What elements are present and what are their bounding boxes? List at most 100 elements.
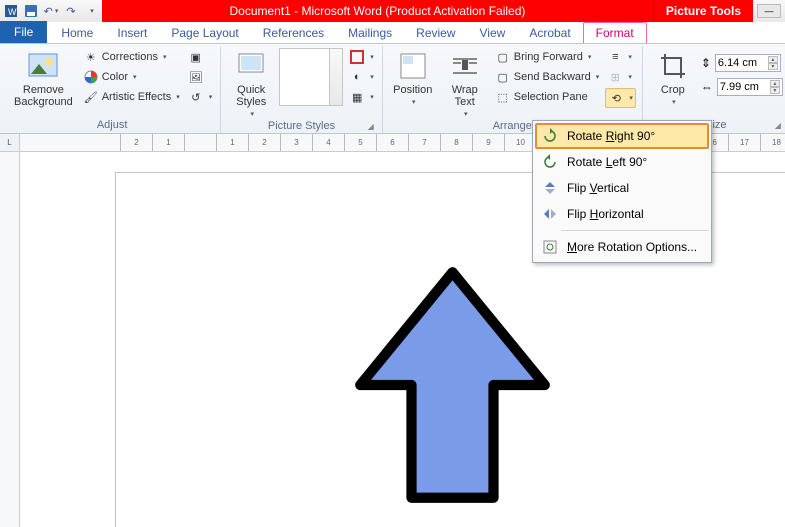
color-button[interactable]: Color▾ bbox=[81, 68, 182, 86]
width-up[interactable]: ▴ bbox=[770, 80, 780, 87]
height-up[interactable]: ▴ bbox=[768, 56, 778, 63]
width-field[interactable] bbox=[720, 81, 768, 93]
ruler-mark: 3 bbox=[280, 134, 312, 152]
picture-styles-launcher[interactable]: ◢ bbox=[366, 122, 376, 132]
picture-effects-button[interactable]: ◐▾ bbox=[347, 68, 376, 86]
tab-page-layout[interactable]: Page Layout bbox=[159, 23, 250, 43]
qat-customize-icon[interactable]: ▾ bbox=[82, 2, 100, 20]
ruler-mark: 8 bbox=[440, 134, 472, 152]
bring-forward-button[interactable]: ▢Bring Forward▾ bbox=[493, 48, 602, 66]
tab-mailings[interactable]: Mailings bbox=[336, 23, 404, 43]
position-button[interactable]: Position▾ bbox=[389, 48, 437, 108]
rotate-left-item[interactable]: Rotate Left 90° bbox=[535, 149, 709, 175]
tab-acrobat[interactable]: Acrobat bbox=[517, 23, 582, 43]
ruler-corner[interactable]: L bbox=[0, 134, 20, 152]
contextual-tab-label: Picture Tools bbox=[653, 0, 753, 22]
corrections-label: Corrections bbox=[102, 51, 158, 63]
artistic-effects-icon: 🖌 bbox=[83, 89, 99, 105]
rotate-right-item[interactable]: Rotate Right 90° bbox=[535, 123, 709, 149]
bring-forward-icon: ▢ bbox=[495, 49, 511, 65]
height-input[interactable]: ▴▾ bbox=[715, 54, 781, 72]
quick-styles-button[interactable]: Quick Styles▾ bbox=[227, 48, 275, 120]
more-rotation-item[interactable]: More Rotation Options... bbox=[535, 234, 709, 260]
selection-pane-button[interactable]: ⬚Selection Pane bbox=[493, 88, 602, 106]
change-picture-button[interactable]: 🖼 bbox=[186, 68, 215, 86]
title-bar: W ↶▾ ↷ ▾ Document1 - Microsoft Word (Pro… bbox=[0, 0, 785, 22]
minimize-button[interactable]: — bbox=[757, 4, 781, 18]
tab-home[interactable]: Home bbox=[49, 23, 105, 43]
flip-vertical-item[interactable]: Flip Vertical bbox=[535, 175, 709, 201]
compress-icon: ▣ bbox=[188, 49, 204, 65]
undo-icon[interactable]: ↶▾ bbox=[42, 2, 60, 20]
flip-horizontal-icon bbox=[541, 205, 559, 223]
tab-references[interactable]: References bbox=[251, 23, 336, 43]
tab-insert[interactable]: Insert bbox=[105, 23, 159, 43]
corrections-button[interactable]: ☀Corrections▾ bbox=[81, 48, 182, 66]
picture-border-button[interactable]: ▾ bbox=[347, 48, 376, 66]
artistic-effects-button[interactable]: 🖌Artistic Effects▾ bbox=[81, 88, 182, 106]
window-controls: — bbox=[753, 4, 785, 18]
ruler-mark: 7 bbox=[408, 134, 440, 152]
height-down[interactable]: ▾ bbox=[768, 63, 778, 70]
tab-view[interactable]: View bbox=[468, 23, 518, 43]
rotate-right-icon bbox=[541, 127, 559, 145]
rotate-icon: ⟲ bbox=[608, 90, 624, 106]
position-label: Position bbox=[393, 84, 432, 96]
picture-styles-gallery[interactable] bbox=[279, 48, 343, 106]
picture-layout-button[interactable]: ▦▾ bbox=[347, 88, 376, 106]
quick-styles-label: Quick Styles bbox=[236, 84, 266, 108]
word-app-icon[interactable]: W bbox=[2, 2, 20, 20]
selection-pane-label: Selection Pane bbox=[514, 91, 588, 103]
selected-picture[interactable] bbox=[350, 260, 555, 510]
height-icon: ⇕ bbox=[701, 56, 711, 70]
tab-file[interactable]: File bbox=[0, 21, 47, 43]
align-button[interactable]: ≡▾ bbox=[605, 48, 636, 66]
send-backward-label: Send Backward bbox=[514, 71, 591, 83]
ruler-mark: 1 bbox=[152, 134, 184, 152]
tab-review[interactable]: Review bbox=[404, 23, 467, 43]
ruler-mark: 18 bbox=[760, 134, 785, 152]
group-button: ⊞▾ bbox=[605, 68, 636, 86]
rotate-button[interactable]: ⟲▾ bbox=[605, 88, 636, 108]
picture-layout-icon: ▦ bbox=[349, 89, 365, 105]
quick-access-toolbar: W ↶▾ ↷ ▾ bbox=[0, 2, 102, 20]
size-launcher[interactable]: ◢ bbox=[773, 121, 783, 131]
crop-icon bbox=[657, 50, 689, 82]
remove-background-button[interactable]: Remove Background bbox=[10, 48, 77, 110]
bring-forward-label: Bring Forward bbox=[514, 51, 583, 63]
group-icon: ⊞ bbox=[607, 69, 623, 85]
tab-format[interactable]: Format bbox=[583, 22, 647, 43]
ruler-mark: 5 bbox=[344, 134, 376, 152]
width-icon: ⇔ bbox=[701, 80, 713, 94]
save-icon[interactable] bbox=[22, 2, 40, 20]
height-field[interactable] bbox=[718, 57, 766, 69]
vertical-ruler[interactable] bbox=[0, 152, 20, 527]
color-icon bbox=[83, 69, 99, 85]
width-down[interactable]: ▾ bbox=[770, 87, 780, 94]
picture-border-icon bbox=[349, 49, 365, 65]
wrap-text-button[interactable]: Wrap Text▾ bbox=[441, 48, 489, 120]
crop-label: Crop bbox=[661, 84, 685, 96]
ruler-mark: 9 bbox=[472, 134, 504, 152]
window-title: Document1 - Microsoft Word (Product Acti… bbox=[102, 0, 653, 22]
remove-background-icon bbox=[27, 50, 59, 82]
redo-icon[interactable]: ↷ bbox=[62, 2, 80, 20]
ruler-mark bbox=[184, 134, 216, 152]
flip-vertical-icon bbox=[541, 179, 559, 197]
reset-picture-button[interactable]: ↺▾ bbox=[186, 88, 215, 106]
ribbon-tabs: File Home Insert Page Layout References … bbox=[0, 22, 785, 44]
flip-horizontal-item[interactable]: Flip Horizontal bbox=[535, 201, 709, 227]
ruler-mark: 1 bbox=[216, 134, 248, 152]
ruler-mark: 4 bbox=[312, 134, 344, 152]
artistic-effects-label: Artistic Effects bbox=[102, 91, 171, 103]
compress-pictures-button[interactable]: ▣ bbox=[186, 48, 215, 66]
width-input[interactable]: ▴▾ bbox=[717, 78, 783, 96]
wrap-text-label: Wrap Text bbox=[452, 84, 478, 108]
position-icon bbox=[397, 50, 429, 82]
send-backward-button[interactable]: ▢Send Backward▾ bbox=[493, 68, 602, 86]
more-rotation-label: More Rotation Options... bbox=[567, 240, 697, 254]
rotate-left-label: Rotate Left 90° bbox=[567, 155, 647, 169]
crop-button[interactable]: Crop▾ bbox=[649, 48, 697, 108]
change-picture-icon: 🖼 bbox=[188, 69, 204, 85]
ruler-mark: 17 bbox=[728, 134, 760, 152]
